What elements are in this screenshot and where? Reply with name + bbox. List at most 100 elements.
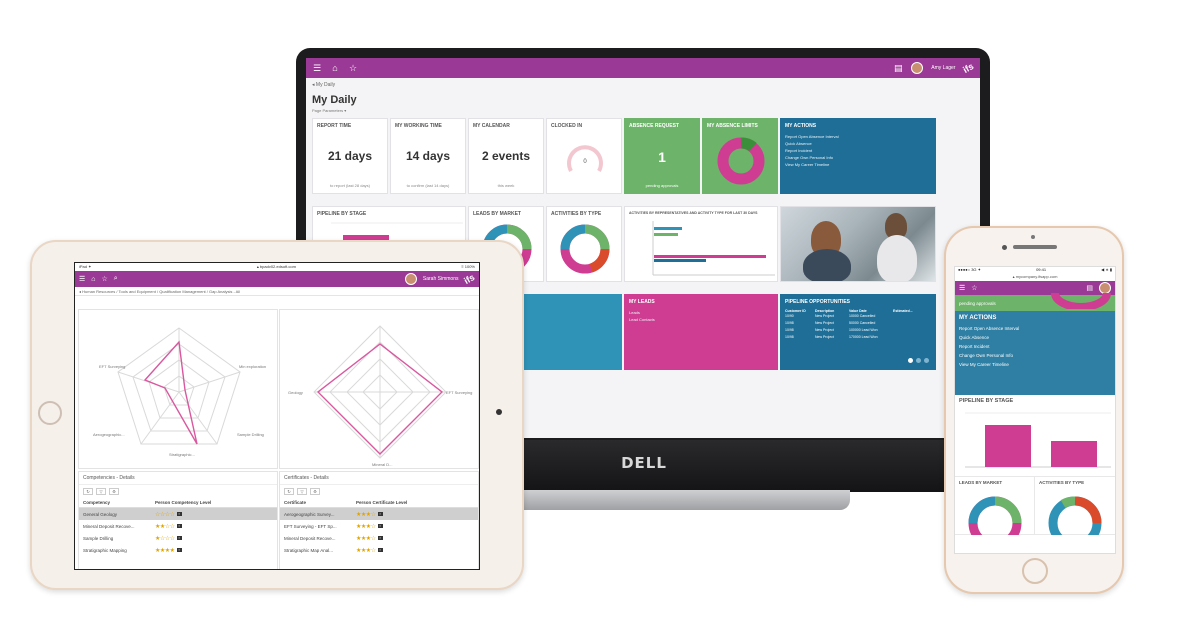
phone-home-button[interactable] [1022, 558, 1048, 584]
user-name[interactable]: Amy Lager [931, 65, 955, 71]
lead-contacts-link[interactable]: Lead Contacts [629, 316, 773, 323]
rating-stars: ★★★☆ [356, 535, 376, 542]
leads-link[interactable]: Leads [629, 309, 773, 316]
table-row[interactable]: Stratigraphic Mapping ★★★★ ▪ [79, 544, 277, 556]
table-row[interactable]: Sample Drilling ★☆☆☆ ▪ [79, 532, 277, 544]
menu-icon[interactable]: ☰ [79, 275, 85, 283]
my-actions-card[interactable]: MY ACTIONS Report Open Absence Interval … [955, 311, 1115, 395]
action-link[interactable]: Change Own Personal Info [959, 351, 1111, 360]
table-row[interactable]: 10/98 New Project 50000 Cancelled [785, 320, 931, 327]
radar-label: Min exploration [239, 364, 266, 369]
certificate-radar-chart: Geology EFT Surveying Mineral D... [279, 309, 479, 469]
star-icon[interactable]: ☆ [102, 275, 108, 283]
settings-icon[interactable]: ⚙ [109, 488, 119, 495]
action-link[interactable]: Report Incident [959, 342, 1111, 351]
phone-leads-card[interactable]: LEADS BY MARKET [955, 477, 1035, 535]
radar-label: Geology [288, 390, 303, 395]
pager[interactable] [908, 358, 929, 363]
rating-stars: ☆☆☆☆ [155, 511, 175, 518]
phone-pipeline-card[interactable]: PIPELINE BY STAGE [955, 395, 1115, 477]
action-link[interactable]: Report Open Absence Interval [785, 133, 931, 140]
report-time-tile[interactable]: Report Time 21 days to report (last 28 d… [312, 118, 388, 194]
table-row[interactable]: Mineral Deposit Recove... ★★☆☆ ▪ [79, 520, 277, 532]
certificates-details: Certificates - Details ↻ ▽ ⚙ Certificate… [279, 471, 479, 569]
team-photo [780, 206, 936, 282]
rating-stars: ★★★★ [155, 547, 175, 554]
search-icon[interactable]: ⌕ [114, 275, 118, 283]
ifs-logo: ifs [462, 272, 477, 286]
filter-icon[interactable]: ▽ [297, 488, 307, 495]
phone-sensor [1002, 245, 1007, 250]
laptop-app-bar: ☰ ⌂ ☆ ▤ Amy Lager ifs [306, 58, 980, 78]
phone-activities-card[interactable]: ACTIVITIES BY TYPE [1035, 477, 1115, 535]
phone-speaker [1013, 245, 1057, 249]
star-icon[interactable]: ☆ [971, 284, 977, 292]
action-link[interactable]: Report Open Absence Interval [959, 324, 1111, 333]
table-row[interactable]: 10/90 New Project 10000 Cancelled [785, 313, 931, 320]
notifications-icon[interactable]: ▤ [1086, 284, 1093, 292]
table-row[interactable]: Aerogeographic Survey... ★★★☆ ▪ [280, 508, 478, 520]
page-parameters-toggle[interactable]: Page Parameters ▾ [312, 108, 346, 113]
my-working-time-tile[interactable]: My Working Time 14 days to confirm (last… [390, 118, 466, 194]
notifications-icon[interactable]: ▤ [893, 63, 903, 73]
action-link[interactable]: View My Career Timeline [785, 161, 931, 168]
my-leads-tile[interactable]: My Leads Leads Lead Contacts [624, 294, 778, 370]
radar-label: Stratigraphic... [169, 452, 195, 457]
breadcrumb[interactable]: ◂ Human Resources / Tools and Equipment … [75, 287, 479, 296]
phone-activities-donut [1048, 496, 1102, 535]
table-row[interactable]: General Geology ☆☆☆☆ ▪ [79, 508, 277, 520]
ifs-logo: ifs [961, 61, 976, 75]
rating-stars: ★★★☆ [356, 547, 376, 554]
activities-by-type-tile[interactable]: Activities By Type [546, 206, 622, 282]
rating-stars: ★★★☆ [356, 511, 376, 518]
my-actions-tile[interactable]: My Actions Report Open Absence Interval … [780, 118, 936, 194]
breadcrumb[interactable]: ◂ My Daily [312, 82, 335, 88]
user-name[interactable]: Sarah Simmons [423, 276, 459, 282]
device-showcase: DELL ☰ ⌂ ☆ ▤ Amy Lager ifs ◂ My Daily My… [0, 0, 1200, 630]
settings-icon[interactable]: ⚙ [310, 488, 320, 495]
pipeline-opportunities-tile[interactable]: Pipeline Opportunities Customer ID Descr… [780, 294, 936, 370]
clocked-in-tile[interactable]: Clocked In 0 [546, 118, 622, 194]
action-link[interactable]: View My Career Timeline [959, 360, 1111, 369]
clock-gauge: 0 [567, 145, 603, 172]
refresh-icon[interactable]: ↻ [83, 488, 93, 495]
absence-request-card[interactable]: pending approvals [955, 293, 1115, 311]
radar-label: Sample Drilling [237, 432, 264, 437]
avatar[interactable] [404, 273, 417, 285]
radar-label: EFT Surveying [446, 390, 472, 395]
menu-icon[interactable]: ☰ [959, 284, 965, 292]
competencies-details: Competencies - Details ↻ ▽ ⚙ Competency … [78, 471, 278, 569]
radar-label: Mineral D... [372, 462, 392, 467]
my-absence-limits-tile[interactable]: My Absence Limits [702, 118, 778, 194]
absence-request-tile[interactable]: Absence Request 1 pending approvals [624, 118, 700, 194]
tablet-home-button[interactable] [38, 401, 62, 425]
action-link[interactable]: Quick Absence [785, 140, 931, 147]
phone-url-bar[interactable]: ▴ mycompany.ifsapp.com [955, 274, 1115, 281]
menu-icon[interactable]: ☰ [312, 63, 322, 73]
refresh-icon[interactable]: ↻ [284, 488, 294, 495]
phone-status-bar: ●●●●○ 3G ✦ 09:41 ◀ ∗ ▮ [958, 267, 1112, 272]
activities-bar-chart [652, 221, 775, 276]
phone-pipeline-chart [965, 412, 1111, 468]
avatar[interactable] [911, 62, 924, 74]
table-row[interactable]: Mineral Deposit Recove... ★★★☆ ▪ [280, 532, 478, 544]
rating-stars: ★★★☆ [356, 523, 376, 530]
home-icon[interactable]: ⌂ [91, 276, 95, 283]
home-icon[interactable]: ⌂ [330, 63, 340, 73]
activities-donut [560, 224, 610, 274]
action-link[interactable]: Report Incident [785, 147, 931, 154]
radar-label: EFT Surveying [99, 364, 125, 369]
tablet-screen: iPad ✦ ▴ bpadv02.edsoft.com ≡ 100% ☰ ⌂ ☆… [74, 262, 480, 570]
my-calendar-tile[interactable]: My Calendar 2 events this week [468, 118, 544, 194]
table-row[interactable]: EFT Surveying - EFT Sp... ★★★☆ ▪ [280, 520, 478, 532]
filter-icon[interactable]: ▽ [96, 488, 106, 495]
star-icon[interactable]: ☆ [348, 63, 358, 73]
activities-by-rep-tile[interactable]: Activities By Representatives And Activi… [624, 206, 778, 282]
phone-camera [1031, 235, 1035, 239]
action-link[interactable]: Change Own Personal Info [785, 154, 931, 161]
table-row[interactable]: 10/98 New Project 170000 Lead Won [785, 334, 931, 341]
action-link[interactable]: Quick Absence [959, 333, 1111, 342]
table-row[interactable]: Stratigraphic Map Anal... ★★★☆ ▪ [280, 544, 478, 556]
table-row[interactable]: 10/98 New Project 100000 Lead Won [785, 327, 931, 334]
tablet-app-bar: ☰ ⌂ ☆ ⌕ Sarah Simmons ifs [75, 271, 479, 287]
